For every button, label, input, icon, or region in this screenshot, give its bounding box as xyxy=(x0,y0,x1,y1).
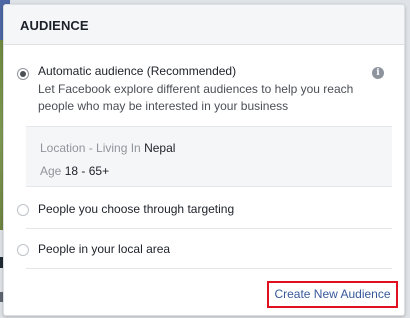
option-local-area[interactable]: People in your local area xyxy=(4,241,404,261)
audience-panel: AUDIENCE Automatic audience (Recommended… xyxy=(3,4,405,316)
panel-header: AUDIENCE xyxy=(4,5,404,45)
automatic-audience-description: Let Facebook explore different audiences… xyxy=(38,82,354,113)
location-summary: Location - Living In Nepal xyxy=(40,141,175,155)
automatic-audience-label: Automatic audience (Recommended) xyxy=(38,64,237,78)
create-new-audience-link[interactable]: Create New Audience xyxy=(267,281,398,308)
automatic-audience-radio[interactable] xyxy=(17,68,29,80)
option-divider xyxy=(26,228,392,229)
age-label: Age xyxy=(40,164,62,178)
info-icon[interactable]: i xyxy=(372,67,384,79)
location-value: Nepal xyxy=(144,141,176,155)
option-targeting[interactable]: People you choose through targeting xyxy=(4,201,404,221)
age-value: 18 - 65+ xyxy=(64,164,110,178)
location-label: Location - Living In xyxy=(40,141,141,155)
panel-title: AUDIENCE xyxy=(20,18,89,33)
local-area-label: People in your local area xyxy=(38,242,171,256)
local-area-radio[interactable] xyxy=(17,244,29,256)
age-summary: Age 18 - 65+ xyxy=(40,164,109,178)
audience-summary: Location - Living In Nepal Age 18 - 65+ xyxy=(26,126,392,187)
option-automatic-audience[interactable]: Automatic audience (Recommended) Let Fac… xyxy=(4,61,404,121)
targeting-radio[interactable] xyxy=(17,204,29,216)
footer-divider xyxy=(26,268,392,269)
targeting-label: People you choose through targeting xyxy=(38,202,235,216)
